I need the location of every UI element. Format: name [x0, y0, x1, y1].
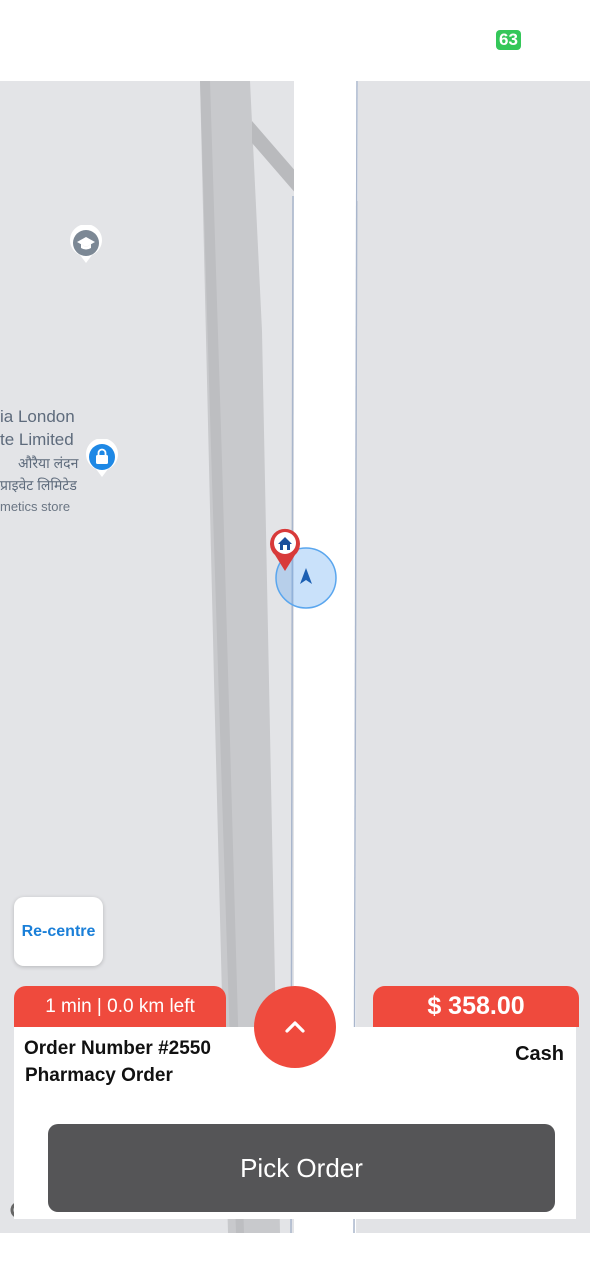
eta-tag: 1 min | 0.0 km left	[14, 986, 226, 1027]
shopping-bag-icon[interactable]	[84, 438, 120, 484]
poi-store-name-line2[interactable]: te Limited	[0, 430, 74, 450]
payment-method: Cash	[515, 1043, 564, 1065]
poi-store-name-hindi-line1: औरैया लंदन	[18, 455, 79, 471]
order-amount-tag: $ 358.00	[373, 986, 579, 1027]
status-bar: 63	[0, 0, 590, 81]
poi-store-name-line1[interactable]: ia London	[0, 407, 75, 427]
home-pin-icon[interactable]	[268, 527, 302, 578]
battery-indicator: 63	[496, 30, 521, 50]
school-cap-icon[interactable]	[68, 224, 104, 270]
expand-details-button[interactable]	[254, 986, 336, 1068]
poi-store-name-hindi-line2: प्राइवेट लिमिटेड	[0, 477, 77, 493]
recentre-button[interactable]: Re-centre	[14, 897, 103, 966]
order-type: Pharmacy Order	[25, 1065, 173, 1086]
order-number: Order Number #2550	[24, 1038, 211, 1059]
pick-order-button[interactable]: Pick Order	[48, 1124, 555, 1212]
poi-store-category: metics store	[0, 499, 71, 514]
chevron-up-icon	[285, 1021, 305, 1033]
